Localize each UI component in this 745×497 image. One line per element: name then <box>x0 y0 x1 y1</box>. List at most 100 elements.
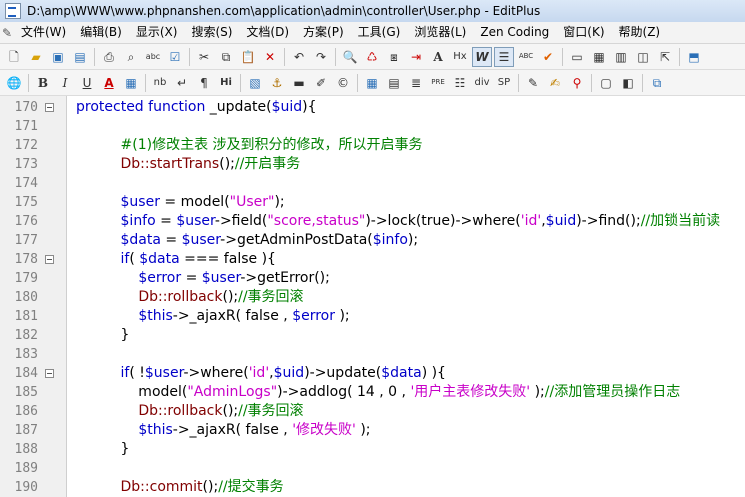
code-line[interactable]: 170 protected function _update($uid){ <box>0 98 745 117</box>
open-folder-icon[interactable]: ▰ <box>26 47 46 67</box>
cliptext-icon[interactable]: ◫ <box>633 47 653 67</box>
code-text[interactable]: } <box>76 326 130 345</box>
check-mark-icon[interactable]: ✔ <box>538 47 558 67</box>
save-icon[interactable]: ▣ <box>48 47 68 67</box>
menu-help[interactable]: 帮助(Z) <box>612 23 668 42</box>
goto-line-icon[interactable]: ⇥ <box>406 47 426 67</box>
color-picker-icon[interactable]: ▦ <box>121 73 141 93</box>
menu-search[interactable]: 搜索(S) <box>184 23 239 42</box>
code-line[interactable]: 187 $this->_ajaxR( false , '修改失败' ); <box>0 421 745 440</box>
directory-icon[interactable]: ⬒ <box>684 47 704 67</box>
browser-view-icon[interactable]: ▦ <box>589 47 609 67</box>
code-line[interactable]: 186 Db::rollback();//事务回滚 <box>0 402 745 421</box>
menu-document[interactable]: 文档(D) <box>239 23 296 42</box>
undo-icon[interactable]: ↶ <box>289 47 309 67</box>
code-line[interactable]: 182 } <box>0 326 745 345</box>
frame-icon[interactable]: ▢ <box>596 73 616 93</box>
code-line[interactable]: 185 model("AdminLogs")->addlog( 14 , 0 ,… <box>0 383 745 402</box>
hr-icon[interactable]: ▬ <box>289 73 309 93</box>
code-line[interactable]: 181 $this->_ajaxR( false , $error ); <box>0 307 745 326</box>
code-text[interactable]: $user = model("User"); <box>76 193 285 212</box>
code-text[interactable]: } <box>76 440 130 459</box>
fork-icon[interactable]: ⚲ <box>567 73 587 93</box>
menu-browser[interactable]: 浏览器(L) <box>407 23 473 42</box>
div-icon[interactable]: div <box>472 73 492 93</box>
hex-icon[interactable]: Hx <box>450 47 470 67</box>
image-icon[interactable]: ▧ <box>245 73 265 93</box>
paragraph-icon[interactable]: ¶ <box>194 73 214 93</box>
code-text[interactable]: $this->_ajaxR( false , '修改失败' ); <box>76 421 370 440</box>
underline-icon[interactable]: U <box>77 73 97 93</box>
menu-tools[interactable]: 工具(G) <box>351 23 408 42</box>
code-text[interactable]: Db::rollback();//事务回滚 <box>76 288 303 307</box>
heading-icon[interactable]: Hi <box>216 73 236 93</box>
copy-icon[interactable]: ⧉ <box>216 47 236 67</box>
redo-icon[interactable]: ↷ <box>311 47 331 67</box>
code-line[interactable]: 171 <box>0 117 745 136</box>
brush-icon[interactable]: ✍ <box>545 73 565 93</box>
bold-icon[interactable]: B <box>33 73 53 93</box>
code-text[interactable]: #(1)修改主表 涉及到积分的修改，所以开启事务 <box>76 136 423 155</box>
indent-guide-icon[interactable]: ☰ <box>494 46 514 67</box>
center-icon[interactable]: ≣ <box>406 73 426 93</box>
find-icon[interactable]: 🔍 <box>340 47 360 67</box>
code-line[interactable]: 178 if( $data === false ){ <box>0 250 745 269</box>
code-text[interactable]: if( !$user->where('id',$uid)->update($da… <box>76 364 446 383</box>
menu-grip-icon[interactable]: ✎ <box>0 22 14 43</box>
comment-icon[interactable]: ✐ <box>311 73 331 93</box>
table-icon[interactable]: ▦ <box>362 73 382 93</box>
word-wrap-icon[interactable]: W <box>472 46 492 67</box>
check-icon[interactable]: ☑ <box>165 47 185 67</box>
pre-icon[interactable]: PRE <box>428 73 448 93</box>
fold-toggle-icon[interactable] <box>45 103 54 112</box>
open-browser-icon[interactable]: ⇱ <box>655 47 675 67</box>
special-char-icon[interactable]: © <box>333 73 353 93</box>
code-text[interactable]: Db::startTrans();//开启事务 <box>76 155 301 174</box>
code-line[interactable]: 189 <box>0 459 745 478</box>
cut-icon[interactable]: ✂ <box>194 47 214 67</box>
code-text[interactable]: $this->_ajaxR( false , $error ); <box>76 307 349 326</box>
code-line[interactable]: 183 <box>0 345 745 364</box>
output-window-icon[interactable]: ▥ <box>611 47 631 67</box>
code-text[interactable]: Db::rollback();//事务回滚 <box>76 402 303 421</box>
find-in-files-icon[interactable]: ⧆ <box>384 47 404 67</box>
paste-icon[interactable]: 📋 <box>238 47 258 67</box>
html-tools-icon[interactable]: ⧉ <box>647 73 667 93</box>
print-preview-icon[interactable]: ⌕ <box>121 47 141 67</box>
menu-file[interactable]: 文件(W) <box>14 23 73 42</box>
spell-check-icon[interactable]: abc <box>143 47 163 67</box>
menu-view[interactable]: 显示(X) <box>129 23 185 42</box>
code-line[interactable]: 175 $user = model("User"); <box>0 193 745 212</box>
code-line[interactable]: 188 } <box>0 440 745 459</box>
list-icon[interactable]: ☷ <box>450 73 470 93</box>
code-line[interactable]: 174 <box>0 174 745 193</box>
code-text[interactable]: Db::commit();//提交事务 <box>76 478 284 497</box>
column-icon[interactable]: ABC <box>516 47 536 67</box>
form-icon[interactable]: ▤ <box>384 73 404 93</box>
menu-edit[interactable]: 编辑(B) <box>73 23 129 42</box>
edit-icon[interactable]: ✎ <box>523 73 543 93</box>
code-line[interactable]: 190 Db::commit();//提交事务 <box>0 478 745 497</box>
span-icon[interactable]: SP <box>494 73 514 93</box>
web-icon[interactable]: 🌐 <box>4 73 24 93</box>
menu-zen-coding[interactable]: Zen Coding <box>473 23 556 42</box>
br-icon[interactable]: ↵ <box>172 73 192 93</box>
nbsp-icon[interactable]: nb <box>150 73 170 93</box>
code-text[interactable]: if( $data === false ){ <box>76 250 276 269</box>
code-text[interactable]: $info = $user->field("score,status")->lo… <box>76 212 721 231</box>
fullscreen-icon[interactable]: ▭ <box>567 47 587 67</box>
code-text[interactable]: model("AdminLogs")->addlog( 14 , 0 , '用户… <box>76 383 680 402</box>
delete-icon[interactable]: ✕ <box>260 47 280 67</box>
code-line[interactable]: 180 Db::rollback();//事务回滚 <box>0 288 745 307</box>
code-line[interactable]: 172 #(1)修改主表 涉及到积分的修改，所以开启事务 <box>0 136 745 155</box>
menu-window[interactable]: 窗口(K) <box>556 23 611 42</box>
fold-toggle-icon[interactable] <box>45 369 54 378</box>
code-line[interactable]: 173 Db::startTrans();//开启事务 <box>0 155 745 174</box>
code-line[interactable]: 184 if( !$user->where('id',$uid)->update… <box>0 364 745 383</box>
fold-toggle-icon[interactable] <box>45 255 54 264</box>
font-color-icon[interactable]: A <box>99 73 119 93</box>
save-all-icon[interactable]: ▤ <box>70 47 90 67</box>
template-icon[interactable]: ◧ <box>618 73 638 93</box>
code-editor[interactable]: 170 protected function _update($uid){171 1… <box>0 96 745 497</box>
italic-icon[interactable]: I <box>55 73 75 93</box>
